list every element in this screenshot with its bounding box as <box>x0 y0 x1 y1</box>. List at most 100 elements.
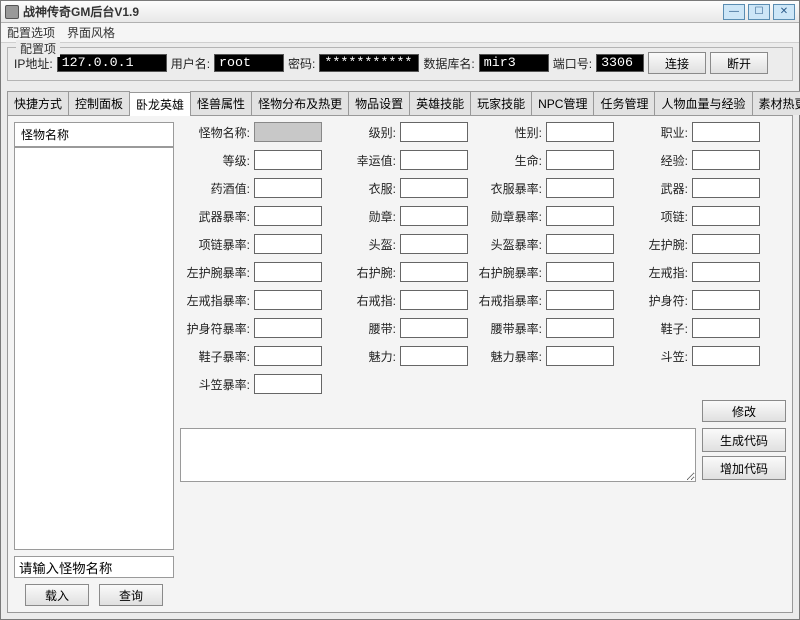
field-input[interactable] <box>546 346 614 366</box>
field-label: 生命: <box>472 152 542 169</box>
field-input[interactable] <box>254 290 322 310</box>
field-input[interactable] <box>546 122 614 142</box>
field-label: 左戒指: <box>618 264 688 281</box>
field-input[interactable] <box>254 374 322 394</box>
gen-code-button[interactable]: 生成代码 <box>702 428 786 452</box>
ip-label: IP地址: <box>14 55 53 72</box>
field-input[interactable] <box>546 262 614 282</box>
maximize-button[interactable]: ☐ <box>748 4 770 20</box>
tab-7[interactable]: 玩家技能 <box>470 91 532 115</box>
user-input[interactable] <box>214 54 284 72</box>
field-input[interactable] <box>692 346 760 366</box>
field-input[interactable] <box>546 150 614 170</box>
tab-5[interactable]: 物品设置 <box>348 91 410 115</box>
code-textarea[interactable] <box>180 428 696 482</box>
field-input[interactable] <box>400 234 468 254</box>
close-button[interactable]: ✕ <box>773 4 795 20</box>
field-input[interactable] <box>254 206 322 226</box>
ip-input[interactable] <box>57 54 167 72</box>
field-input[interactable] <box>692 234 760 254</box>
field-label: 怪物名称: <box>180 124 250 141</box>
query-button[interactable]: 查询 <box>99 584 163 606</box>
connect-button[interactable]: 连接 <box>648 52 706 74</box>
field-input[interactable] <box>692 150 760 170</box>
field-input[interactable] <box>400 318 468 338</box>
field-input[interactable] <box>546 206 614 226</box>
field-input[interactable] <box>400 178 468 198</box>
field-label: 项链: <box>618 208 688 225</box>
tab-9[interactable]: 任务管理 <box>593 91 655 115</box>
app-window: 战神传奇GM后台V1.9 — ☐ ✕ 配置选项 界面风格 配置项 IP地址: 用… <box>0 0 800 620</box>
pass-input[interactable] <box>319 54 419 72</box>
tab-body: 怪物名称 载入 查询 怪物名称:级别:性别:职业:等级:幸运值:生命:经验:药酒… <box>7 116 793 613</box>
menubar: 配置选项 界面风格 <box>1 23 799 43</box>
tab-3[interactable]: 怪兽属性 <box>190 91 252 115</box>
field-input[interactable] <box>692 122 760 142</box>
field-label: 级别: <box>326 124 396 141</box>
db-label: 数据库名: <box>423 55 474 72</box>
tab-0[interactable]: 快捷方式 <box>7 91 69 115</box>
app-icon <box>5 5 19 19</box>
monster-list[interactable] <box>14 147 174 550</box>
tab-11[interactable]: 素材热更 <box>752 91 800 115</box>
modify-button[interactable]: 修改 <box>702 400 786 422</box>
field-input[interactable] <box>400 150 468 170</box>
field-input[interactable] <box>254 262 322 282</box>
field-input[interactable] <box>692 318 760 338</box>
field-label: 斗笠暴率: <box>180 376 250 393</box>
tab-4[interactable]: 怪物分布及热更 <box>251 91 349 115</box>
minimize-button[interactable]: — <box>723 4 745 20</box>
field-input[interactable] <box>692 290 760 310</box>
menu-skin[interactable]: 界面风格 <box>67 24 115 41</box>
add-code-button[interactable]: 增加代码 <box>702 456 786 480</box>
user-label: 用户名: <box>171 55 210 72</box>
field-label: 武器: <box>618 180 688 197</box>
field-label: 斗笠: <box>618 348 688 365</box>
field-input[interactable] <box>254 318 322 338</box>
field-label: 勋章暴率: <box>472 208 542 225</box>
client-area: 配置项 IP地址: 用户名: 密码: 数据库名: 端口号: 连接 断开 快捷方式… <box>1 43 799 619</box>
disconnect-button[interactable]: 断开 <box>710 52 768 74</box>
field-input[interactable] <box>546 290 614 310</box>
tab-2[interactable]: 卧龙英雄 <box>129 92 191 116</box>
load-button[interactable]: 载入 <box>25 584 89 606</box>
tab-10[interactable]: 人物血量与经验 <box>654 91 752 115</box>
field-input[interactable] <box>254 178 322 198</box>
field-label: 头盔: <box>326 236 396 253</box>
field-label: 魅力: <box>326 348 396 365</box>
field-input[interactable] <box>400 346 468 366</box>
field-label: 护身符: <box>618 292 688 309</box>
port-label: 端口号: <box>553 55 592 72</box>
left-column: 怪物名称 载入 查询 <box>14 122 174 606</box>
field-input[interactable] <box>400 206 468 226</box>
tab-8[interactable]: NPC管理 <box>531 91 594 115</box>
pass-label: 密码: <box>288 55 315 72</box>
field-input[interactable] <box>254 234 322 254</box>
field-input[interactable] <box>692 206 760 226</box>
field-label: 鞋子暴率: <box>180 348 250 365</box>
db-input[interactable] <box>479 54 549 72</box>
field-input[interactable] <box>400 290 468 310</box>
field-label: 衣服暴率: <box>472 180 542 197</box>
search-input[interactable] <box>14 556 174 578</box>
field-input[interactable] <box>400 122 468 142</box>
field-input[interactable] <box>400 262 468 282</box>
field-input[interactable] <box>692 178 760 198</box>
field-input[interactable] <box>546 178 614 198</box>
tab-6[interactable]: 英雄技能 <box>409 91 471 115</box>
list-header: 怪物名称 <box>14 122 174 147</box>
field-input[interactable] <box>254 346 322 366</box>
menu-config[interactable]: 配置选项 <box>7 24 55 41</box>
port-input[interactable] <box>596 54 644 72</box>
field-input[interactable] <box>546 234 614 254</box>
field-label: 经验: <box>618 152 688 169</box>
field-input[interactable] <box>254 122 322 142</box>
field-input[interactable] <box>692 262 760 282</box>
tab-1[interactable]: 控制面板 <box>68 91 130 115</box>
config-legend: 配置项 <box>16 40 60 57</box>
titlebar: 战神传奇GM后台V1.9 — ☐ ✕ <box>1 1 799 23</box>
field-label: 衣服: <box>326 180 396 197</box>
field-input[interactable] <box>254 150 322 170</box>
field-input[interactable] <box>546 318 614 338</box>
field-label: 左护腕暴率: <box>180 264 250 281</box>
